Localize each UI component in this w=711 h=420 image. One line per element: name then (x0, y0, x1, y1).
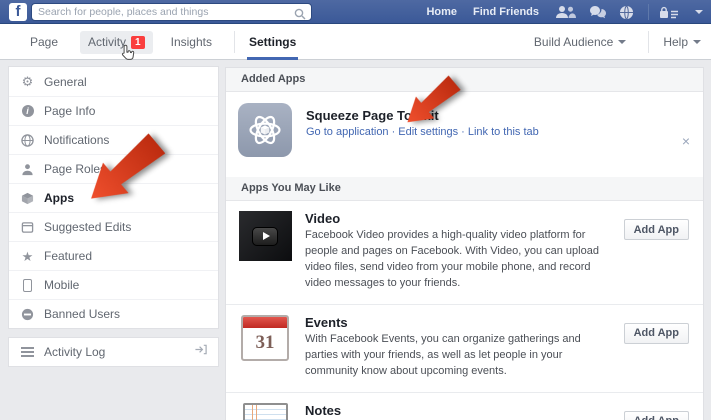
calendar-day-label: 31 (243, 328, 287, 358)
calendar-icon: 31 (241, 315, 289, 361)
tab-page[interactable]: Page (30, 24, 58, 60)
tab-settings[interactable]: Settings (249, 24, 296, 60)
account-menu-caret-icon[interactable] (695, 10, 703, 14)
apps-you-may-like-header: Apps You May Like (226, 177, 703, 201)
link-separator: · (392, 126, 396, 138)
activity-log-link[interactable]: Activity Log (8, 337, 219, 367)
ban-icon (19, 308, 36, 321)
cube-icon (19, 192, 36, 205)
friend-requests-icon[interactable] (555, 5, 577, 19)
add-app-button-video[interactable]: Add App (624, 219, 689, 240)
facebook-page-settings-screen: f Home Find Friends (0, 0, 711, 420)
sidebar-item-banned-users[interactable]: Banned Users (9, 299, 218, 328)
apps-settings-panel: Added Apps Squeeze Page T (225, 67, 704, 420)
tab-insights[interactable]: Insights (171, 24, 212, 60)
tab-divider (648, 31, 649, 53)
tab-divider (234, 31, 235, 53)
suggested-app-description: Facebook Video provides a high-quality v… (305, 228, 614, 292)
link-separator: · (461, 126, 465, 138)
build-audience-menu[interactable]: Build Audience (534, 24, 626, 60)
help-menu[interactable]: Help (663, 24, 701, 60)
cursor-icon (120, 44, 135, 67)
search-icon[interactable] (294, 7, 306, 25)
sidebar-item-label: Page Info (44, 104, 95, 118)
sidebar-item-label: Banned Users (44, 307, 120, 321)
messages-icon[interactable] (589, 5, 607, 19)
remove-app-close-icon[interactable]: × (682, 134, 690, 148)
sidebar-item-label: Featured (44, 249, 92, 263)
help-caret-icon (693, 40, 701, 44)
sidebar-item-label: Apps (44, 191, 74, 205)
suggested-app-row-events: 31 Events With Facebook Events, you can … (226, 304, 703, 392)
suggested-app-name: Events (305, 315, 614, 330)
sidebar-item-label: Suggested Edits (44, 220, 131, 234)
sidebar-item-label: General (44, 75, 87, 89)
edit-settings-link[interactable]: Edit settings (398, 126, 458, 138)
sidebar-item-featured[interactable]: ★ Featured (9, 241, 218, 270)
sidebar-item-page-info[interactable]: i Page Info (9, 96, 218, 125)
list-icon (19, 347, 36, 357)
suggested-app-name: Video (305, 211, 614, 226)
privacy-shortcuts-lock-icon[interactable] (659, 6, 679, 19)
person-icon (19, 163, 36, 176)
sidebar-item-general[interactable]: ⚙ General (9, 67, 218, 96)
sidebar-item-mobile[interactable]: Mobile (9, 270, 218, 299)
video-play-icon (239, 211, 292, 261)
admin-tab-bar: Page Activity 1 Insights Settings Build … (0, 24, 711, 60)
gear-icon: ⚙ (19, 75, 36, 88)
info-icon: i (19, 105, 36, 117)
globe-icon (19, 134, 36, 147)
help-label: Help (663, 35, 688, 49)
nav-home[interactable]: Home (426, 6, 457, 18)
go-to-application-link[interactable]: Go to application (306, 126, 389, 138)
link-to-this-tab-link[interactable]: Link to this tab (468, 126, 539, 138)
facebook-logo[interactable]: f (9, 3, 27, 21)
tab-activity[interactable]: Activity 1 (80, 31, 153, 54)
squeeze-page-toolkit-icon[interactable] (238, 103, 292, 157)
add-app-button-events[interactable]: Add App (624, 323, 689, 344)
build-audience-caret-icon (618, 40, 626, 44)
suggested-app-row-video: Video Facebook Video provides a high-qua… (226, 201, 703, 304)
phone-icon (19, 279, 36, 292)
sidebar-item-suggested-edits[interactable]: Suggested Edits (9, 212, 218, 241)
added-app-row: Squeeze Page Toolkit Go to application·E… (226, 92, 703, 177)
top-navigation-bar: f Home Find Friends (0, 0, 711, 24)
star-icon: ★ (19, 250, 36, 263)
notifications-globe-icon[interactable] (619, 5, 634, 20)
sidebar-item-label: Mobile (44, 278, 79, 292)
suggested-app-row-notes: Notes With Facebook Notes, you can share… (226, 392, 703, 420)
external-link-icon (194, 343, 208, 361)
notes-paper-icon (243, 403, 288, 420)
top-right-nav: Home Find Friends (426, 0, 703, 24)
search-box (31, 3, 312, 21)
suggested-app-name: Notes (305, 403, 614, 418)
card-icon (19, 221, 36, 234)
topbar-divider (648, 4, 649, 20)
search-input[interactable] (38, 5, 288, 19)
suggested-app-description: With Facebook Events, you can organize g… (305, 332, 614, 380)
sidebar-item-label: Notifications (44, 133, 109, 147)
added-apps-header: Added Apps (226, 68, 703, 92)
build-audience-label: Build Audience (534, 35, 613, 49)
nav-find-friends[interactable]: Find Friends (473, 6, 539, 18)
add-app-button-notes[interactable]: Add App (624, 411, 689, 420)
activity-log-label: Activity Log (44, 345, 105, 359)
